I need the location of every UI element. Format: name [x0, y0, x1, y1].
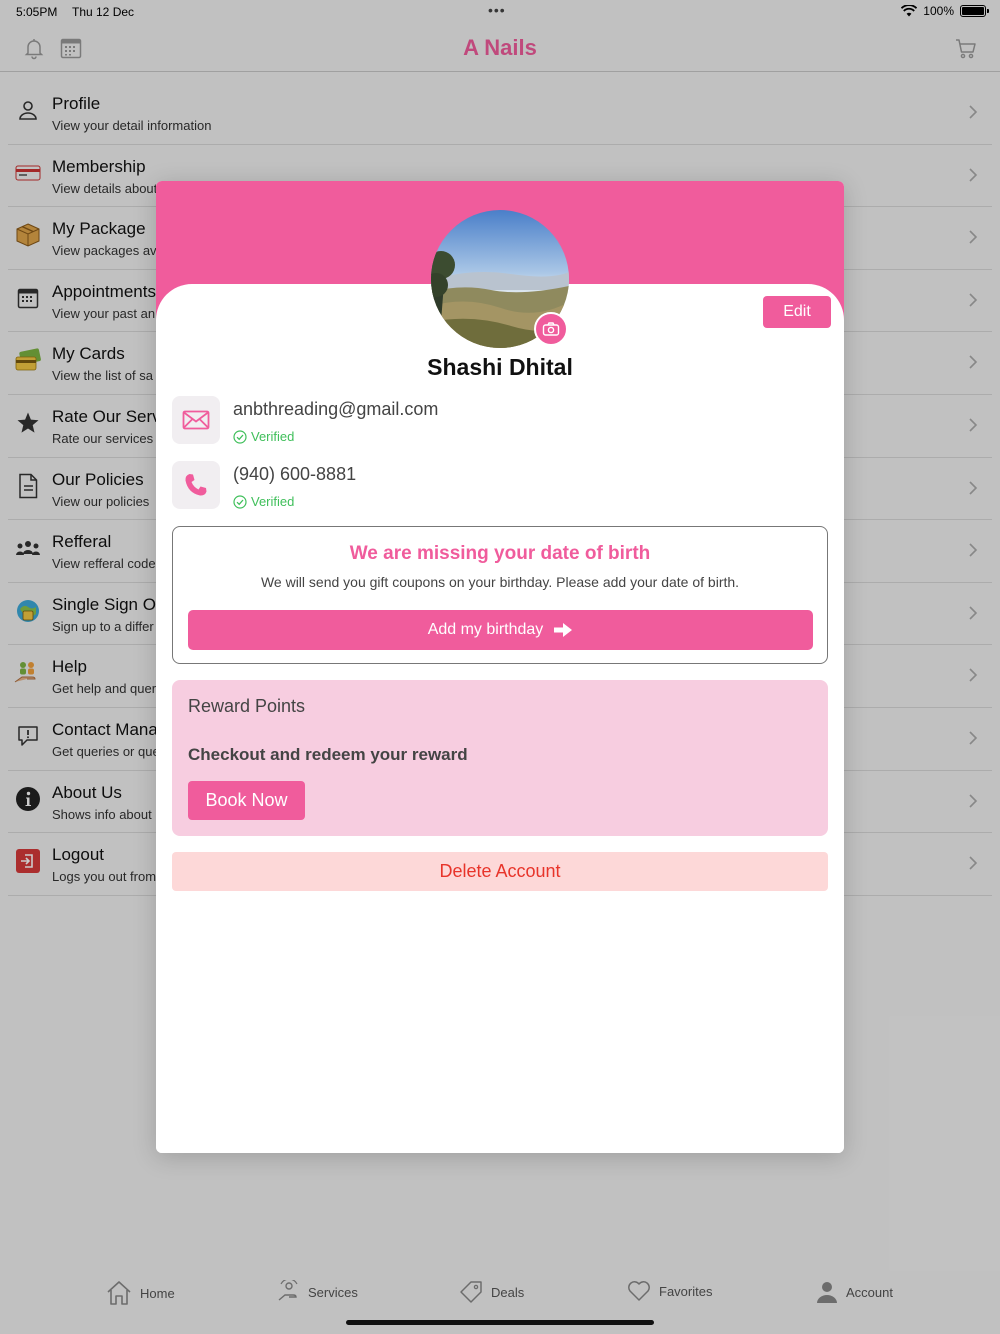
birthday-card-text: We will send you gift coupons on your bi… — [260, 574, 740, 590]
birthday-card-title: We are missing your date of birth — [349, 543, 651, 564]
missing-birthday-card: We are missing your date of birth We wil… — [172, 526, 828, 664]
phone-verified-label: Verified — [251, 494, 295, 509]
check-circle-icon — [233, 429, 247, 444]
book-now-button[interactable]: Book Now — [188, 781, 305, 820]
email-row: anbthreading@gmail.com Verified — [172, 396, 812, 446]
phone-row: (940) 600-8881 Verified — [172, 461, 812, 511]
check-circle-icon — [233, 494, 247, 509]
delete-account-button[interactable]: Delete Account — [172, 852, 828, 891]
mail-icon — [172, 396, 220, 444]
email-verified: Verified — [233, 429, 294, 444]
add-birthday-button[interactable]: Add my birthday — [188, 610, 813, 650]
camera-icon[interactable] — [534, 312, 568, 346]
user-name: Shashi Dhital — [427, 354, 573, 380]
reward-points-card: Reward Points Checkout and redeem your r… — [172, 680, 828, 836]
email-verified-label: Verified — [251, 429, 295, 444]
arrow-right-icon — [554, 623, 573, 637]
home-indicator[interactable] — [346, 1320, 654, 1325]
email-value: anbthreading@gmail.com — [233, 399, 439, 419]
reward-points-title: Reward Points — [188, 696, 306, 716]
reward-points-text: Checkout and redeem your reward — [188, 745, 468, 764]
add-birthday-label: Add my birthday — [427, 621, 544, 638]
edit-profile-button[interactable]: Edit — [763, 296, 831, 328]
phone-icon — [172, 461, 220, 509]
profile-modal: Edit Shashi Dhital anbthreading@gmail.co… — [156, 181, 844, 1153]
phone-verified: Verified — [233, 494, 294, 509]
phone-value: (940) 600-8881 — [233, 464, 357, 484]
